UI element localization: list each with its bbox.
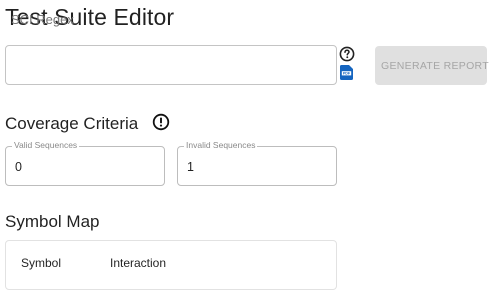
sci-regex-placeholder: SCI Regex [11,12,74,27]
invalid-sequences-field[interactable] [177,146,337,186]
valid-sequences-label: Valid Sequences [12,140,80,150]
symbol-map-title: Symbol Map [5,212,100,231]
valid-sequences-field[interactable] [5,146,165,186]
coverage-criteria-title: Coverage Criteria [5,114,139,133]
help-circle-icon[interactable] [339,46,355,62]
invalid-sequences-value: 1 [187,160,194,174]
svg-text:PDF: PDF [343,72,351,76]
sci-regex-input[interactable] [5,45,337,85]
valid-sequences-value: 0 [15,160,22,174]
generate-report-button[interactable]: GENERATE REPORT [375,46,489,85]
alert-circle-icon[interactable] [152,113,170,131]
column-header-interaction: Interaction [110,256,167,270]
invalid-sequences-label: Invalid Sequences [184,140,258,150]
column-header-symbol: Symbol [21,256,62,270]
pdf-file-icon[interactable]: PDF [340,65,353,80]
